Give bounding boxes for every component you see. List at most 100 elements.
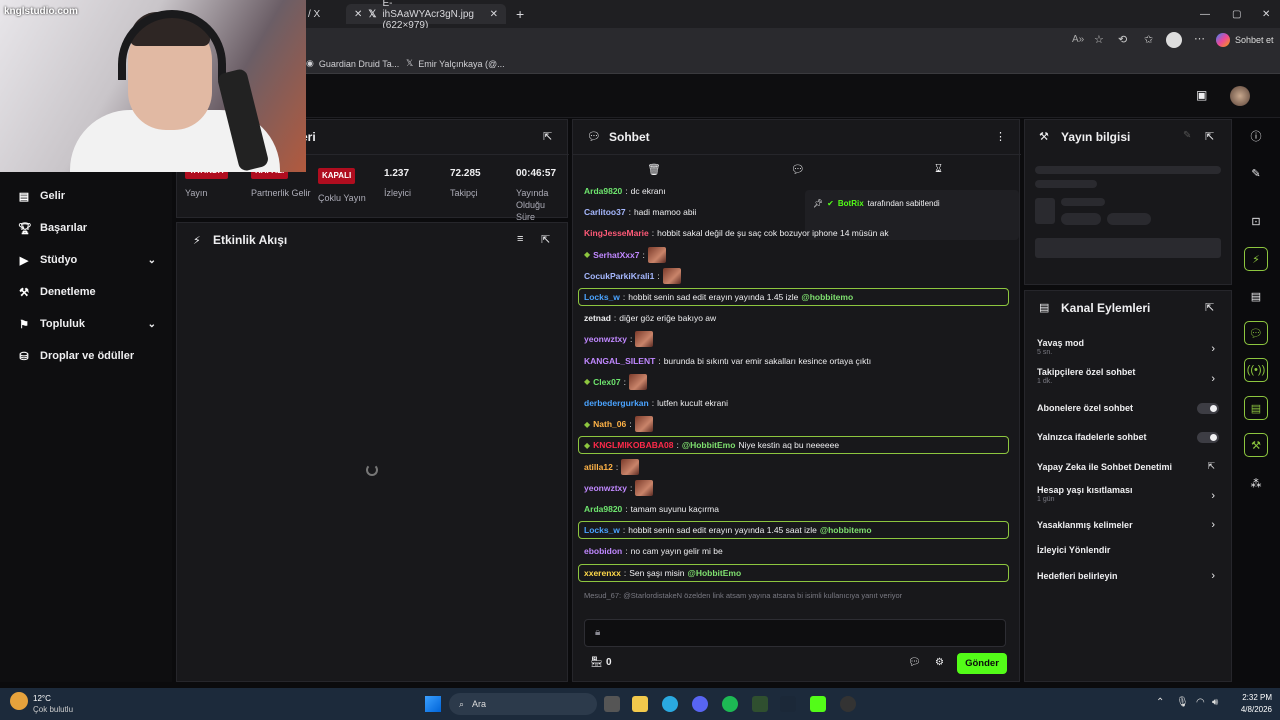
chevron-up-icon[interactable]: ⌃ — [1156, 697, 1164, 708]
emote-icon[interactable]: 💬︎ — [908, 657, 921, 668]
chat-mention[interactable]: @HobbitEmo — [682, 440, 736, 450]
filter-icon[interactable]: ≡ — [517, 233, 523, 245]
bookmark-item[interactable]: 𝕏 Emir Yalçınkaya (@... — [406, 58, 505, 69]
maximize-button[interactable]: ▢ — [1224, 4, 1249, 24]
copilot-icon[interactable] — [1216, 33, 1230, 47]
obs-icon[interactable] — [840, 696, 856, 712]
account-age-item[interactable]: Hesap yaşı kısıtlaması 1 gün — [1037, 485, 1227, 503]
microphone-icon[interactable]: 🎙︎ — [1176, 697, 1189, 708]
sidebar-item-gelir[interactable]: ▤ Gelir — [18, 185, 168, 207]
chat-username[interactable]: Arda9820 — [584, 186, 622, 196]
new-tab-button[interactable]: + — [508, 4, 532, 24]
sidebar-item-studyo[interactable]: ▶ Stüdyo ⌄ — [18, 249, 168, 271]
chat-username[interactable]: xxerenxx — [584, 568, 621, 578]
chat-mention[interactable]: @hobbitemo — [801, 292, 853, 302]
studio-icon[interactable]: ▣ — [1196, 88, 1207, 102]
ai-moderation-item[interactable]: Yapay Zeka ile Sohbet Denetimi — [1037, 462, 1227, 472]
wrench-icon[interactable]: ⚒ — [1244, 433, 1268, 457]
file-explorer-icon[interactable] — [632, 696, 648, 712]
pencil-icon[interactable]: ✎ — [1183, 130, 1191, 141]
chat-username[interactable]: Locks_w — [584, 525, 620, 535]
chevron-right-icon[interactable]: › — [1211, 343, 1215, 355]
chat-message[interactable]: yeonwztxy: — [584, 330, 1012, 348]
chat-username[interactable]: Carlitoo37 — [584, 207, 626, 217]
shield-icon[interactable]: ▤ — [1244, 396, 1268, 420]
chat-message[interactable]: Locks_w: hobbit senin sad edit erayın yay… — [578, 521, 1009, 540]
slow-mode-item[interactable]: Yavaş mod 5 sn. — [1037, 338, 1227, 356]
chat-username[interactable]: atilla12 — [584, 462, 613, 472]
chevron-right-icon[interactable]: › — [1211, 519, 1215, 531]
store-icon[interactable]: 🏪︎ — [590, 657, 603, 668]
chat-username[interactable]: ebobidon — [584, 546, 622, 556]
close-window-button[interactable]: ✕ — [1254, 4, 1278, 24]
chat-mention[interactable]: @hobbitemo — [820, 525, 872, 535]
extensions-icon[interactable]: ⟲ — [1118, 33, 1127, 46]
screenshot-icon[interactable]: ⊡ — [1244, 209, 1268, 233]
lightning-icon[interactable]: ⚡︎ — [1244, 247, 1268, 271]
chat-username[interactable]: Locks_w — [584, 292, 620, 302]
chat-message[interactable]: ◆ Nath_06: — [584, 415, 1012, 433]
read-aloud-icon[interactable]: A» — [1072, 34, 1084, 45]
sidebar-item-denetleme[interactable]: ⚒ Denetleme — [18, 281, 168, 303]
bookmark-item[interactable]: ◉ Guardian Druid Ta... — [306, 58, 399, 69]
banned-words-item[interactable]: Yasaklanmış kelimeler — [1037, 520, 1227, 530]
kick-icon[interactable] — [810, 696, 826, 712]
chat-input[interactable]: 🔒︎ — [584, 619, 1006, 647]
chat-username[interactable]: Arda9820 — [584, 504, 622, 514]
more-menu-icon[interactable]: ⋯ — [1194, 32, 1205, 45]
steam-icon[interactable] — [780, 696, 796, 712]
chat-username[interactable]: SerhatXxx7 — [593, 250, 639, 260]
chat-username[interactable]: yeonwztxy — [584, 334, 627, 344]
chat-mention[interactable]: @HobbitEmo — [688, 568, 742, 578]
weather-icon[interactable] — [10, 692, 28, 710]
chat-message[interactable]: zetnad: diğer göz eriğe bakıyo aw — [584, 309, 1012, 327]
chat-message[interactable]: yeonwztxy: — [584, 479, 1012, 497]
popout-icon[interactable]: ⇱ — [543, 130, 552, 143]
set-goals-item[interactable]: Hedefleri belirleyin — [1037, 571, 1227, 581]
copilot-chat-label[interactable]: Sohbet et — [1235, 35, 1274, 45]
viewer-redirect-item[interactable]: İzleyici Yönlendir — [1037, 545, 1227, 555]
chat-username[interactable]: KNGLMIKOBABA08 — [593, 440, 673, 450]
chat-message[interactable]: Arda9820: dc ekranı — [584, 182, 1012, 200]
x-close-icon[interactable]: ✕ — [354, 9, 362, 20]
send-button[interactable]: Gönder — [957, 653, 1007, 674]
info-icon[interactable]: ⓘ — [1244, 124, 1268, 148]
task-view-icon[interactable] — [604, 696, 620, 712]
chat-message[interactable]: ◆ Clex07: — [584, 373, 1012, 391]
chevron-right-icon[interactable]: › — [1211, 570, 1215, 582]
external-link-icon[interactable]: ⇱ — [1207, 461, 1215, 472]
wifi-icon[interactable]: ◠ — [1196, 697, 1205, 708]
chat-message[interactable]: atilla12: — [584, 458, 1012, 476]
chat-bubble-icon[interactable]: 💬︎ — [1244, 321, 1268, 345]
edge-icon[interactable] — [662, 696, 678, 712]
chat-message-list[interactable]: Arda9820: dc ekranı Carlitoo37: hadi mamoo … — [578, 172, 1013, 607]
document-icon[interactable]: ▤ — [1244, 284, 1268, 308]
sidebar-item-basarilar[interactable]: 🏆︎ Başarılar — [18, 217, 168, 239]
chat-message[interactable]: ◆ KNGLMIKOBABA08: @HobbitEmo Niye kestin aq… — [578, 436, 1009, 455]
app-icon[interactable] — [752, 696, 768, 712]
sidebar-item-topluluk[interactable]: ⚑ Topluluk ⌄ — [18, 313, 168, 335]
sidebar-item-droplar[interactable]: ⛁ Droplar ve ödüller — [18, 345, 168, 367]
emotes-only-toggle[interactable] — [1197, 432, 1219, 443]
more-vertical-icon[interactable]: ⋮ — [995, 130, 1006, 143]
popout-icon[interactable]: ⇱ — [541, 233, 550, 246]
chevron-right-icon[interactable]: › — [1211, 373, 1215, 385]
popout-icon[interactable]: ⇱ — [1205, 130, 1214, 143]
chat-username[interactable]: derbedergurkan — [584, 398, 649, 408]
windows-start-icon[interactable] — [425, 696, 441, 712]
clock-date[interactable]: 4/8/2026 — [1232, 705, 1272, 714]
chat-message[interactable]: xxerenxx: Sen şaşı misin @HobbitEmo — [578, 563, 1009, 582]
subscribers-only-toggle[interactable] — [1197, 403, 1219, 414]
avatar[interactable] — [1230, 86, 1250, 106]
chat-message[interactable]: KANGAL_SILENT: burunda bi sıkıntı var emi… — [584, 352, 1012, 370]
chat-message[interactable]: ◆ SerhatXxx7: — [584, 246, 1012, 264]
minimize-button[interactable]: — — [1192, 4, 1218, 24]
chat-username[interactable]: Nath_06 — [593, 419, 626, 429]
chat-username[interactable]: KingJesseMarie — [584, 228, 649, 238]
taskbar-search[interactable]: ⌕ Ara — [449, 693, 597, 715]
profile-icon[interactable] — [1166, 32, 1182, 48]
chat-username[interactable]: KANGAL_SILENT — [584, 356, 655, 366]
followers-only-item[interactable]: Takipçilere özel sohbet 1 dk. — [1037, 367, 1227, 385]
gear-icon[interactable]: ⚙︎ — [935, 657, 944, 668]
chevron-right-icon[interactable]: › — [1211, 490, 1215, 502]
